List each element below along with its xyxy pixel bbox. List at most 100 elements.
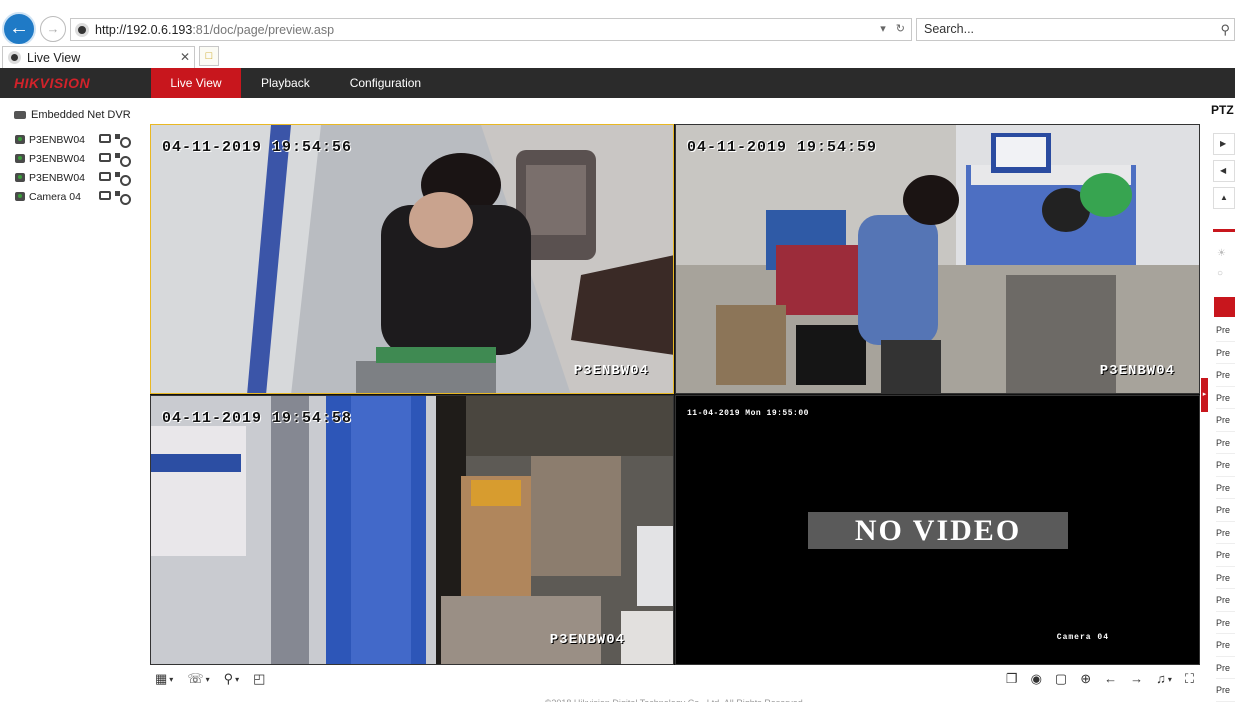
record-icon[interactable] <box>99 172 111 181</box>
camera-feed-image <box>151 125 673 393</box>
camera-icon <box>15 192 25 201</box>
osd-timestamp: 04-11-2019 19:54:59 <box>687 139 878 156</box>
ptz-control-icon[interactable] <box>115 191 131 205</box>
preset-item[interactable]: Pre <box>1216 499 1235 522</box>
ptz-control-icon[interactable] <box>115 153 131 167</box>
stream-select-icon[interactable]: ☏ ▾ <box>187 671 209 687</box>
video-tile-4[interactable]: 11-04-2019 Mon 19:55:00 NO VIDEO Camera … <box>675 395 1200 665</box>
window-layout-icon[interactable]: ▦ ▾ <box>155 671 173 687</box>
preset-tab-header[interactable] <box>1214 297 1235 317</box>
collapse-panel-icon[interactable]: ▸ <box>1201 378 1208 412</box>
preset-item[interactable]: Pre <box>1216 319 1235 342</box>
preset-item[interactable]: Pre <box>1216 409 1235 432</box>
back-button[interactable]: ← <box>2 12 36 46</box>
volume-icon[interactable]: ♫ ▾ <box>1156 671 1172 687</box>
preset-item[interactable]: Pre <box>1216 387 1235 409</box>
record-icon[interactable] <box>99 153 111 162</box>
camera-feed-image <box>676 125 1199 393</box>
ptz-down-button[interactable]: ▲ <box>1213 187 1235 209</box>
stop-all-icon[interactable]: ❐ <box>1006 671 1018 687</box>
nav-live-view[interactable]: Live View <box>151 68 241 98</box>
preset-item[interactable]: Pre <box>1216 432 1235 454</box>
camera-icon <box>15 154 25 163</box>
osd-timestamp: 04-11-2019 19:54:56 <box>162 139 353 156</box>
nav-configuration[interactable]: Configuration <box>330 68 441 98</box>
preset-item[interactable]: Pre <box>1216 612 1235 634</box>
video-tile-2[interactable]: 04-11-2019 19:54:59 P3ENBW04 <box>675 124 1200 394</box>
hikvision-logo: HIKVISION <box>14 75 91 91</box>
device-tree: Embedded Net DVR P3ENBW04 P3ENBW04 P3ENB… <box>0 98 148 702</box>
address-bar[interactable]: http://192.0.6.193:81/doc/page/preview.a… <box>70 18 912 41</box>
osd-camera-name: Camera 04 <box>1056 633 1109 642</box>
preset-item[interactable]: Pre <box>1216 679 1235 702</box>
osd-camera-name: P3ENBW04 <box>1099 363 1175 379</box>
camera-item[interactable]: P3ENBW04 <box>15 149 145 168</box>
preset-item[interactable]: Pre <box>1216 364 1235 387</box>
previous-page-icon[interactable]: ← <box>1104 671 1117 687</box>
camera-list: P3ENBW04 P3ENBW04 P3ENBW04 Camera 04 <box>15 130 145 206</box>
microphone-icon[interactable]: ⚲ ▾ <box>224 671 240 687</box>
app-top-bar: HIKVISION Live View Playback Configurati… <box>0 68 1235 98</box>
preset-item[interactable]: Pre <box>1216 477 1235 499</box>
record-icon[interactable] <box>99 134 111 143</box>
video-tile-3[interactable]: 04-11-2019 19:54:58 P3ENBW04 <box>150 395 674 665</box>
preset-item[interactable]: Pre <box>1216 544 1235 567</box>
camera-item[interactable]: P3ENBW04 <box>15 130 145 149</box>
refresh-icon[interactable]: ↻ <box>896 22 905 35</box>
search-icon[interactable]: ⚲ <box>1220 19 1230 40</box>
osd-camera-name: P3ENBW04 <box>573 363 649 379</box>
live-view-toolbar: ▦ ▾ ☏ ▾ ⚲ ▾ ◰ ❐ ◉ ▢ ⊕ ← → ♫ ▾ ⛶ <box>150 667 1200 691</box>
record-all-icon[interactable]: ▢ <box>1055 671 1067 687</box>
tab-favicon-icon <box>8 51 21 64</box>
zoom-icon[interactable]: ⊕ <box>1080 671 1091 687</box>
camera-item[interactable]: P3ENBW04 <box>15 168 145 187</box>
browser-tab-row: Live View ✕ □ <box>0 44 1235 68</box>
dropdown-arrow-icon[interactable]: ▾ <box>880 22 886 35</box>
preset-list: Pre Pre Pre Pre Pre Pre Pre Pre Pre Pre … <box>1216 319 1235 702</box>
camera-feed-image <box>151 396 673 664</box>
ptz-divider <box>1213 229 1235 232</box>
new-tab-button[interactable]: □ <box>199 46 219 66</box>
video-grid: 04-11-2019 19:54:56 P3ENBW04 04-11-2019 … <box>150 124 1200 665</box>
preset-item[interactable]: Pre <box>1216 342 1235 364</box>
focus-icon[interactable]: ○ <box>1217 268 1223 279</box>
main-nav: Live View Playback Configuration <box>151 68 441 98</box>
preset-item[interactable]: Pre <box>1216 454 1235 477</box>
light-icon[interactable]: ☀ <box>1217 248 1226 259</box>
close-tab-icon[interactable]: ✕ <box>180 50 190 64</box>
ptz-up-button[interactable]: ▶ <box>1213 133 1235 155</box>
browser-tab[interactable]: Live View ✕ <box>2 46 195 68</box>
ptz-panel: ▸ PTZ ▶ ◀ ▲ ☀ ○ Pre Pre Pre Pre Pre Pre … <box>1201 98 1235 702</box>
osd-timestamp: 04-11-2019 19:54:58 <box>162 410 353 427</box>
dvr-icon <box>14 111 26 119</box>
site-icon <box>75 22 89 37</box>
preset-item[interactable]: Pre <box>1216 567 1235 589</box>
ptz-control-icon[interactable] <box>115 134 131 148</box>
ptz-left-button[interactable]: ◀ <box>1213 160 1235 182</box>
osd-camera-name: P3ENBW04 <box>549 632 625 648</box>
next-page-icon[interactable]: → <box>1130 671 1143 687</box>
nav-playback[interactable]: Playback <box>241 68 330 98</box>
copyright-footer: ©2018 Hikvision Digital Technology Co., … <box>150 696 1200 702</box>
preset-item[interactable]: Pre <box>1216 589 1235 612</box>
no-video-overlay: NO VIDEO <box>808 512 1068 549</box>
tab-title: Live View <box>27 50 81 65</box>
record-icon[interactable] <box>99 191 111 200</box>
url-text: http://192.0.6.193:81/doc/page/preview.a… <box>95 22 335 37</box>
forward-button[interactable]: → <box>40 16 66 42</box>
preset-item[interactable]: Pre <box>1216 634 1235 657</box>
preset-item[interactable]: Pre <box>1216 522 1235 544</box>
browser-address-row: ← → http://192.0.6.193:81/doc/page/previ… <box>0 0 1235 46</box>
camera-item[interactable]: Camera 04 <box>15 187 145 206</box>
capture-icon[interactable]: ◉ <box>1031 671 1042 687</box>
video-tile-1[interactable]: 04-11-2019 19:54:56 P3ENBW04 <box>150 124 674 394</box>
osd-timestamp: 11-04-2019 Mon 19:55:00 <box>687 409 809 418</box>
camera-icon <box>15 135 25 144</box>
ptz-title: PTZ <box>1211 103 1234 117</box>
e-zoom-icon[interactable]: ◰ <box>253 671 265 687</box>
tree-root-dvr[interactable]: Embedded Net DVR <box>14 109 131 121</box>
fullscreen-icon[interactable]: ⛶ <box>1185 671 1194 687</box>
preset-item[interactable]: Pre <box>1216 657 1235 679</box>
search-input[interactable]: Search... ⚲ <box>916 18 1235 41</box>
ptz-control-icon[interactable] <box>115 172 131 186</box>
